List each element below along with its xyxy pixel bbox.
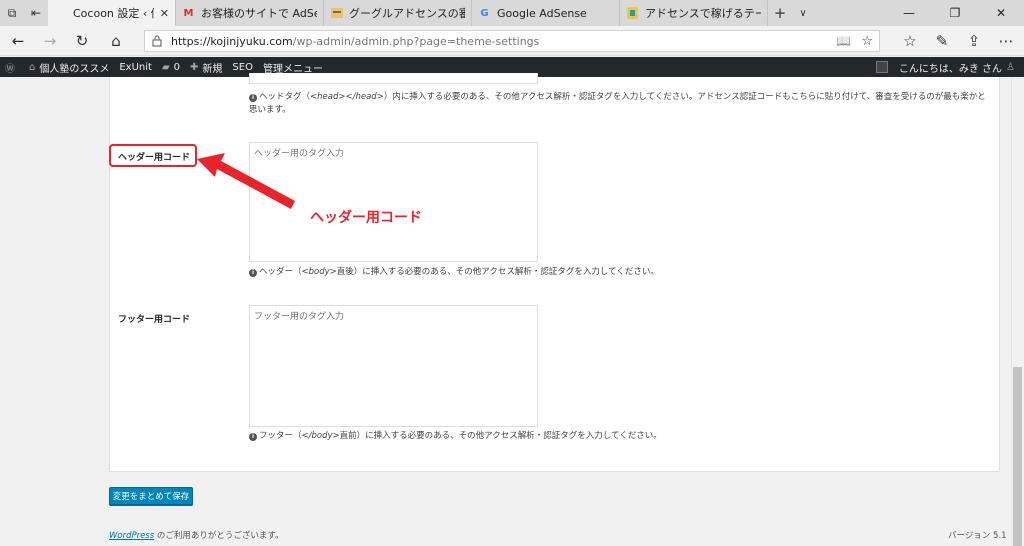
settings-content: i ヘッドタグ（<head></head>）内に挿入する必要のある、その他アクセス…	[0, 73, 1024, 546]
avatar[interactable]	[875, 61, 888, 73]
annotation-arrow-icon	[197, 153, 295, 209]
reading-view-icon[interactable]: 📖	[836, 34, 851, 48]
forward-icon[interactable]: →	[40, 31, 60, 51]
browser-tab-cocoon[interactable]: Cocoon 設定 ‹ 個人塾の ✕	[48, 0, 176, 26]
browser-tab-cocoon-theme[interactable]: アドセンスで稼げるテーマ【Coco	[620, 0, 768, 26]
desc-code: <head></head>	[310, 92, 384, 102]
site-icon	[330, 7, 343, 20]
desc-text: 直前）に挿入する必要のある、その他アクセス解析・認証タグを入力してください。	[339, 431, 662, 441]
site-name-link[interactable]: ⌂ 個人塾のススメ	[24, 57, 114, 77]
user-icon: ♙	[1006, 61, 1015, 73]
set-aside-tabs-icon[interactable]: ⇤	[24, 0, 48, 26]
browser-navbar: ← → ↻ ⌂ https://kojinjyuku.com/wp-admin/…	[0, 26, 1024, 56]
favorite-star-icon[interactable]: ☆	[861, 34, 873, 49]
exunit-label: ExUnit	[119, 61, 152, 73]
admin-footer-thanks: WordPress のご利用ありがとうございます。	[109, 529, 284, 541]
info-icon: i	[249, 94, 257, 102]
minimize-icon[interactable]: —	[886, 0, 932, 26]
plus-icon: ✚	[190, 61, 199, 73]
seo-label: SEO	[232, 61, 253, 73]
new-content-link[interactable]: ✚ 新規	[185, 57, 227, 77]
comment-icon: ▰	[161, 61, 170, 73]
window-controls: — ❐ ✕	[886, 0, 1024, 26]
home-icon[interactable]: ⌂	[106, 31, 126, 51]
lock-icon	[151, 35, 163, 47]
google-icon: G	[480, 7, 489, 19]
head-code-textarea[interactable]	[249, 73, 538, 84]
greeting: こんにちは、みき さん	[898, 63, 1003, 75]
share-icon[interactable]: ⇪	[964, 31, 984, 51]
footer-code-label: フッター用コード	[118, 315, 191, 325]
footer-code-description: i フッター（</body>直前）に挿入する必要のある、その他アクセス解析・認証タ…	[249, 430, 989, 443]
tab-title: アドセンスで稼げるテーマ【Coco	[645, 7, 761, 20]
scrollbar-thumb[interactable]	[1013, 367, 1022, 546]
tab-title: Google AdSense	[497, 6, 587, 20]
comments-link[interactable]: ▰ 0	[157, 57, 185, 77]
browser-tab-adsense-review[interactable]: グーグルアドセンスの審査を通過	[324, 0, 472, 26]
version-text: バージョン 5.1	[948, 531, 1007, 541]
wordpress-icon: Ⓦ	[5, 63, 15, 75]
refresh-icon[interactable]: ↻	[72, 31, 92, 51]
desc-text: ヘッダー（	[259, 267, 302, 277]
close-tab-icon[interactable]: ✕	[160, 7, 169, 20]
browser-tab-adsense-mail[interactable]: M お客様のサイトで AdSense 広	[176, 0, 324, 26]
tab-preview-icon[interactable]: ⧉	[0, 0, 24, 26]
comments-count: 0	[173, 61, 181, 73]
restore-icon[interactable]: ❐	[932, 0, 978, 26]
new-tab-icon[interactable]: +	[768, 0, 792, 26]
info-icon: i	[249, 433, 257, 441]
save-all-button[interactable]: 変更をまとめて保存	[109, 487, 193, 505]
close-window-icon[interactable]: ✕	[978, 0, 1024, 26]
header-code-description: i ヘッダー（<body>直後）に挿入する必要のある、その他アクセス解析・認証タグ…	[249, 266, 989, 279]
tab-title: グーグルアドセンスの審査を通過	[349, 7, 465, 20]
desc-code: </body>	[301, 431, 340, 441]
browser-tab-google-adsense[interactable]: G Google AdSense	[472, 0, 620, 26]
head-code-description: i ヘッドタグ（<head></head>）内に挿入する必要のある、その他アクセス…	[249, 91, 989, 117]
url-path: /wp-admin/admin.php?page=theme-settings	[292, 34, 540, 48]
address-bar[interactable]: https://kojinjyuku.com/wp-admin/admin.ph…	[144, 30, 880, 52]
url-host: https://kojinjyuku.com	[171, 34, 293, 48]
desc-text: 直後）に挿入する必要のある、その他アクセス解析・認証タグを入力してください。	[336, 267, 659, 277]
tab-title: Cocoon 設定 ‹ 個人塾の	[73, 7, 154, 20]
desc-code: <body>	[301, 267, 337, 277]
annotation-callout: ヘッダー用コード	[310, 210, 422, 226]
wordpress-icon	[54, 7, 67, 20]
thanks-text: のご利用ありがとうございます。	[154, 531, 284, 541]
home-icon: ⌂	[29, 61, 36, 73]
tab-title: お客様のサイトで AdSense 広	[201, 7, 317, 20]
pen-icon[interactable]: ✎	[932, 31, 952, 51]
annotation-highlight-box	[109, 144, 197, 167]
chevron-down-icon[interactable]: ∨	[792, 0, 814, 26]
site-icon	[626, 7, 639, 20]
new-label: 新規	[202, 63, 223, 75]
favorites-icon[interactable]: ☆	[900, 31, 920, 51]
exunit-link[interactable]: ExUnit	[114, 57, 157, 77]
wordpress-link[interactable]: WordPress	[109, 531, 154, 541]
gmail-icon: M	[183, 7, 194, 19]
info-icon: i	[249, 269, 257, 277]
footer-code-textarea[interactable]	[249, 305, 538, 427]
account-menu[interactable]: こんにちは、みき さん ♙	[894, 57, 1024, 77]
desc-text: フッター（	[259, 431, 302, 441]
site-name: 個人塾のススメ	[39, 63, 110, 75]
browser-tab-strip: ⧉ ⇤ Cocoon 設定 ‹ 個人塾の ✕ M お客様のサイトで AdSens…	[0, 0, 1024, 26]
wordpress-menu[interactable]: Ⓦ	[0, 57, 24, 77]
more-icon[interactable]: ⋯	[996, 31, 1016, 51]
desc-text: ヘッドタグ（	[259, 92, 311, 102]
back-icon[interactable]: ←	[8, 31, 28, 51]
